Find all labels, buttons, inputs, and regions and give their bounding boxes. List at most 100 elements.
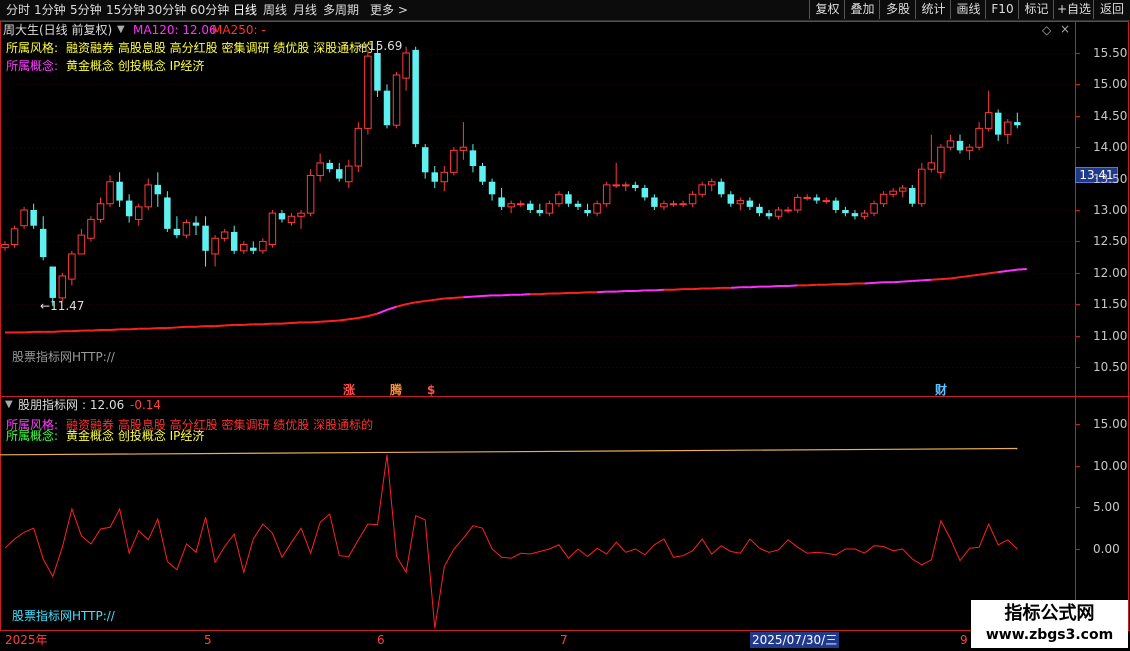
candle	[774, 206, 783, 220]
candle	[555, 191, 563, 207]
candle	[259, 238, 267, 254]
ma120-segment	[425, 298, 435, 303]
candle	[765, 210, 773, 220]
candle	[268, 210, 277, 248]
candle-body	[336, 169, 343, 179]
candle-body	[727, 194, 735, 204]
event-marker-teng[interactable]: 腾	[390, 383, 402, 397]
ma120-segment	[893, 280, 903, 284]
indicator-ma-line	[0, 447, 1018, 456]
candle	[727, 191, 735, 207]
candle-body	[1, 244, 9, 249]
ma120-legend: MA120: 12.06	[133, 23, 217, 37]
indicator-ma-segment	[0, 447, 1018, 456]
concept-label: 所属概念:	[6, 59, 59, 73]
ma120-segment	[176, 325, 187, 329]
candle-body	[765, 213, 773, 217]
candle	[87, 216, 95, 242]
candle-body	[527, 203, 534, 210]
candle-body	[756, 206, 763, 214]
candle-body	[498, 197, 505, 207]
event-marker-cai[interactable]: 财	[935, 383, 947, 397]
candle	[507, 200, 515, 214]
ma120-segment	[453, 296, 464, 299]
candle-body	[803, 196, 811, 199]
candle-body	[431, 172, 438, 182]
ma120-segment	[1017, 268, 1027, 271]
ma120-segment	[539, 292, 550, 296]
candle	[336, 162, 343, 182]
candle	[306, 169, 315, 217]
event-marker-zhang[interactable]: 涨	[343, 383, 355, 397]
price-tick-label: 10.50	[1093, 360, 1128, 374]
indicator-line	[4, 454, 1018, 629]
candle-body	[889, 190, 897, 195]
ma120-segment	[386, 305, 397, 311]
candle	[278, 210, 286, 223]
low-price-label: ←11.47	[40, 299, 85, 313]
ma120-segment	[24, 330, 34, 334]
candle-body	[402, 52, 410, 79]
price-tick-label: 12.00	[1093, 265, 1128, 280]
candle-body	[822, 200, 831, 203]
candle-body	[374, 53, 381, 91]
candle	[68, 250, 76, 286]
ma120-segment	[129, 327, 139, 331]
ma120-segment	[1007, 268, 1018, 272]
ma120-segment	[291, 321, 302, 325]
candle-body	[736, 200, 745, 205]
price-tick-label: 13.00	[1093, 203, 1128, 217]
candle-body	[545, 203, 554, 214]
candle	[965, 144, 974, 160]
kline-chart[interactable]	[0, 0, 1130, 650]
candle	[994, 109, 1002, 141]
ma120-segment	[224, 323, 235, 327]
ma120-segment	[167, 326, 177, 330]
diamond-icon[interactable]: ◇	[1042, 23, 1051, 37]
candle	[860, 210, 869, 220]
candle-body	[1014, 122, 1021, 126]
candle-body	[459, 146, 468, 151]
candle	[30, 203, 37, 229]
candle-body	[134, 206, 143, 220]
candle	[842, 206, 849, 217]
indicator-tick-label: 5.00	[1093, 500, 1120, 515]
candle-body	[316, 162, 324, 176]
close-icon[interactable]: ×	[1060, 22, 1070, 36]
indicator-tick-label: 0.00	[1093, 542, 1120, 556]
candle-body	[39, 228, 47, 258]
candle-body	[879, 193, 888, 205]
candle	[793, 194, 802, 214]
indicator-value: : 12.06	[82, 398, 125, 412]
candle	[669, 200, 678, 207]
candle-body	[918, 168, 926, 205]
chevron-down-icon[interactable]: ▼	[117, 23, 125, 37]
indicator-settings-icon[interactable]: ▼	[5, 398, 13, 412]
candle	[392, 71, 401, 129]
candle-body	[383, 90, 391, 126]
ma120-segment	[988, 271, 999, 275]
candle	[602, 181, 611, 207]
candle	[879, 191, 888, 207]
candle-body	[77, 234, 86, 255]
ma120-segment	[520, 293, 531, 296]
candle-body	[326, 162, 333, 170]
ma120-segment	[998, 269, 1008, 274]
candle	[679, 200, 687, 207]
candle	[469, 144, 477, 173]
candle	[813, 194, 820, 204]
candle	[927, 134, 936, 173]
candle-body	[469, 150, 477, 167]
candle-body	[946, 140, 955, 148]
candle-body	[898, 187, 907, 192]
candle-body	[679, 203, 687, 206]
candle-body	[622, 184, 630, 187]
ma120-segment	[807, 283, 817, 287]
candle-body	[488, 181, 496, 195]
ma120-segment	[912, 279, 922, 282]
candle	[565, 191, 572, 207]
event-marker-dollar[interactable]: $	[427, 383, 435, 397]
price-tick-label: 11.00	[1093, 328, 1128, 343]
outer-frame	[0, 21, 1129, 631]
candle-body	[259, 240, 267, 252]
